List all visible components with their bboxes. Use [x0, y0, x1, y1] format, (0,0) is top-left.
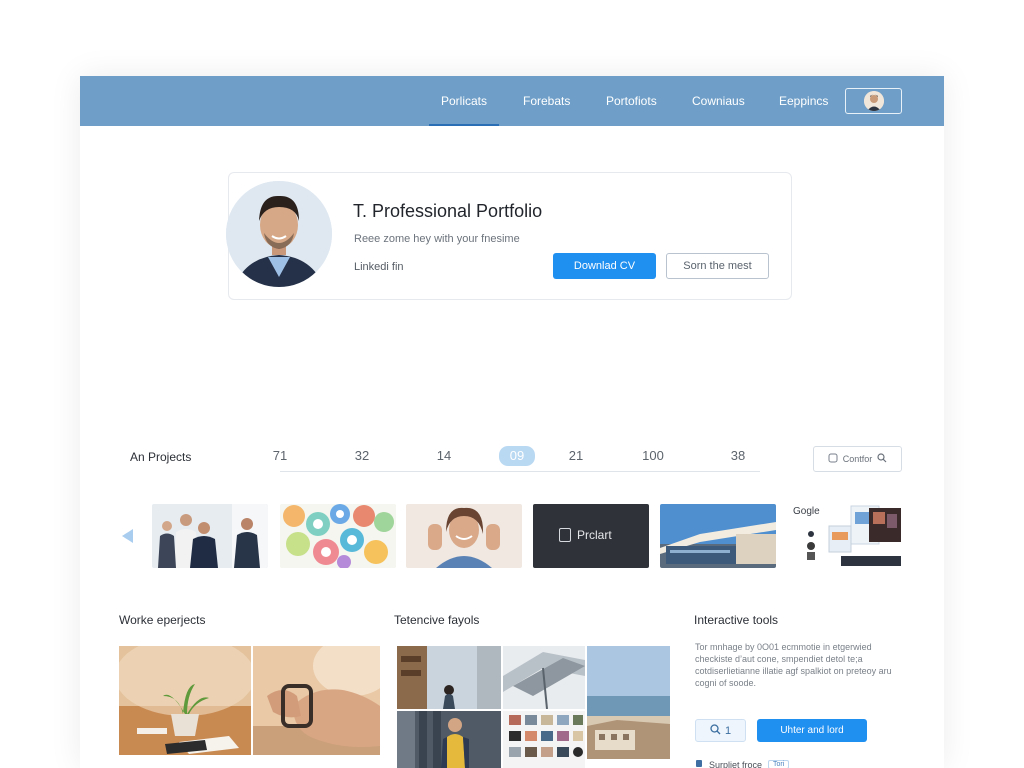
featured-image-street[interactable] — [397, 646, 501, 709]
featured-image-beach[interactable] — [587, 646, 670, 759]
nav-item-porlicats[interactable]: Porlicats — [429, 76, 499, 126]
counter-track — [280, 471, 760, 472]
search-icon — [877, 453, 887, 465]
tools-description: Tor mnhage by 0O01 ecmmotie in etgerwied… — [695, 642, 892, 688]
tools-footer: Surpliet froce Tori — [695, 759, 790, 768]
thumbnail-portrait[interactable] — [406, 504, 522, 568]
count-item-active[interactable]: 09 — [499, 446, 535, 466]
thumbnail-team[interactable] — [152, 504, 268, 568]
count-item[interactable]: 21 — [556, 448, 596, 463]
tools-footer-label: Surpliet froce — [709, 759, 763, 768]
tools-footer-tag[interactable]: Tori — [768, 760, 790, 768]
thumbnail-label: Prclart — [577, 528, 612, 542]
nav-item-eeppincs[interactable]: Eeppincs — [779, 76, 828, 126]
projects-label: An Projects — [130, 450, 192, 464]
count-item[interactable]: 71 — [260, 448, 300, 463]
user-avatar-icon — [863, 91, 884, 111]
featured-image-person[interactable] — [397, 711, 501, 768]
nav-item-forebats[interactable]: Forebats — [523, 76, 570, 126]
profile-button[interactable] — [845, 88, 902, 114]
thumbnail-building[interactable] — [660, 504, 776, 568]
tools-search-button[interactable]: 1 — [695, 719, 746, 742]
count-item[interactable]: 14 — [424, 448, 464, 463]
works-section-title: Worke eperjects — [119, 613, 206, 627]
filter-search-box[interactable]: Contfor — [813, 446, 902, 472]
thumbnail-devices[interactable]: Gogle — [789, 504, 905, 568]
top-navigation: Porlicats Forebats Portofiots Cowniaus E… — [80, 76, 944, 126]
tools-action-button[interactable]: Uhter and lord — [757, 719, 867, 742]
linkedin-link[interactable]: Linkedi fin — [354, 261, 404, 273]
count-item[interactable]: 38 — [718, 448, 758, 463]
filter-icon — [828, 453, 838, 465]
count-item[interactable]: 32 — [342, 448, 382, 463]
nav-item-cowniaus[interactable]: Cowniaus — [692, 76, 745, 126]
works-image-hands[interactable] — [253, 646, 380, 755]
featured-section-title: Tetencive fayols — [394, 613, 480, 627]
nav-item-portofiots[interactable]: Portofiots — [606, 76, 657, 126]
profile-card: T. Professional Portfolio Reee zome hey … — [226, 172, 792, 300]
count-item[interactable]: 100 — [633, 448, 673, 463]
search-icon — [710, 723, 721, 738]
card-badge-icon — [559, 528, 571, 542]
tools-search-count: 1 — [724, 724, 732, 737]
works-image-desk[interactable] — [119, 646, 251, 755]
profile-photo — [226, 181, 332, 287]
thumbnail-icons-collage[interactable] — [280, 504, 396, 568]
filter-label: Contfor — [842, 454, 873, 464]
profile-subtitle: Reee zome hey with your fnesime — [354, 233, 520, 245]
chevron-left-icon[interactable] — [120, 528, 134, 544]
download-cv-button[interactable]: Downlad CV — [553, 253, 656, 279]
thumbnail-dark-card[interactable]: Prclart — [533, 504, 649, 568]
info-icon — [695, 759, 703, 768]
featured-image-grid[interactable] — [503, 711, 585, 768]
tools-section-title: Interactive tools — [694, 613, 779, 627]
secondary-action-button[interactable]: Sorn the mest — [666, 253, 769, 279]
featured-image-structure[interactable] — [503, 646, 585, 709]
profile-title: T. Professional Portfolio — [353, 201, 543, 221]
app-window: Porlicats Forebats Portofiots Cowniaus E… — [80, 76, 944, 768]
